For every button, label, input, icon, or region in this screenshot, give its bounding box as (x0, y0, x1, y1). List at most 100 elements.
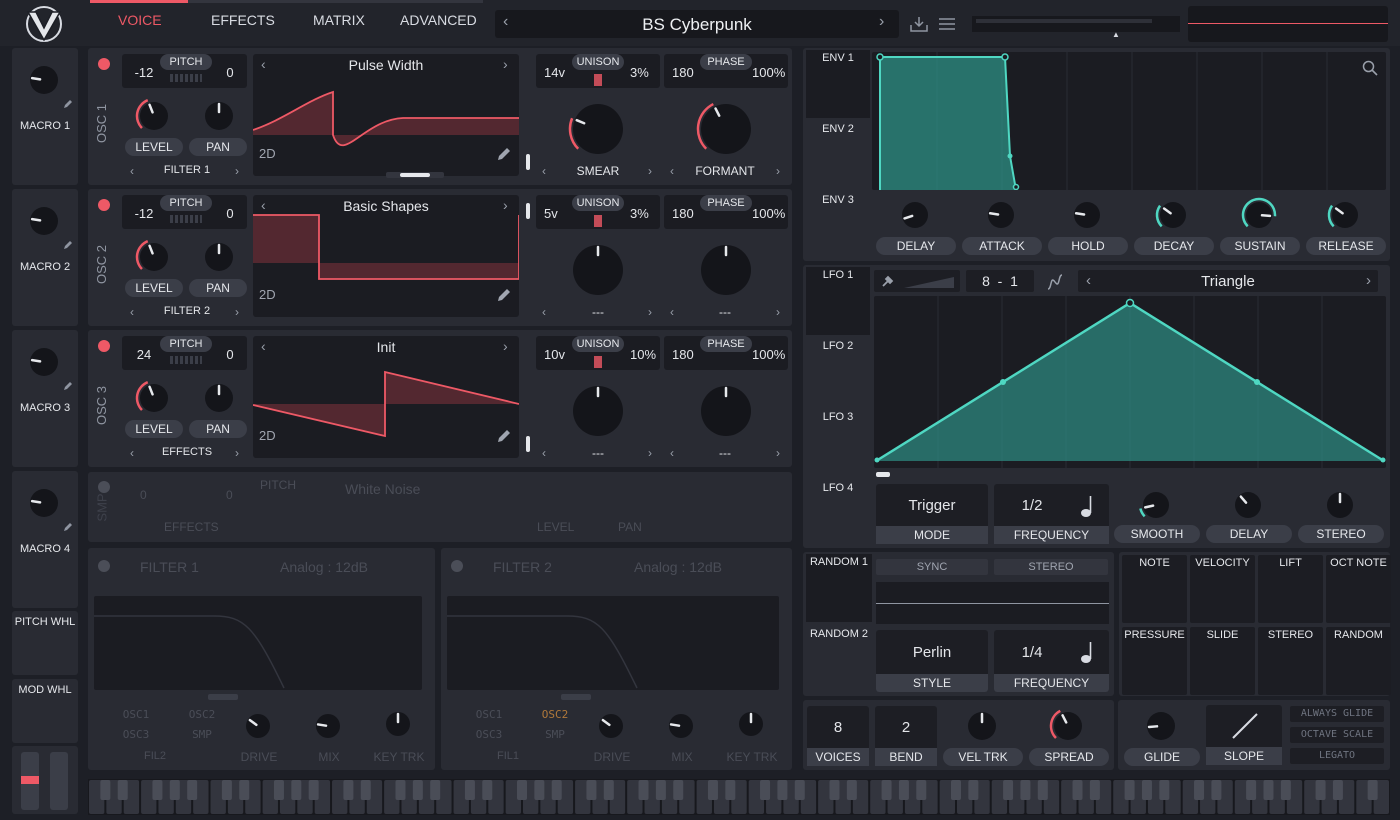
lfo-shape-next-icon[interactable]: › (1366, 272, 1371, 289)
filter-2-power-toggle[interactable] (451, 560, 463, 572)
bend-control[interactable]: 2 BEND (875, 706, 937, 766)
keyboard[interactable] (88, 779, 1390, 815)
frame-slider[interactable] (525, 336, 531, 458)
mod-source-random[interactable]: RANDOM (1326, 627, 1391, 695)
spectral-2-prev-icon[interactable]: ‹ (670, 305, 674, 319)
spectral-2-label[interactable]: FORMANT (693, 164, 757, 178)
unison-voices[interactable]: 14v (544, 65, 565, 80)
wavetable-name[interactable]: Init (293, 339, 479, 355)
vel-track-knob[interactable] (962, 706, 1002, 749)
env-tab-2[interactable]: ENV 2 (806, 121, 870, 189)
macro-2-knob[interactable] (24, 201, 64, 244)
edit-icon[interactable] (62, 521, 74, 533)
glide-knob[interactable] (1141, 706, 1181, 749)
osc-3-level-knob[interactable] (134, 378, 174, 421)
filter-response[interactable] (94, 596, 422, 690)
filter-source[interactable]: OSC1 (108, 708, 164, 721)
envelope-editor[interactable] (872, 52, 1386, 190)
octave-scale-button[interactable]: OCTAVE SCALE (1290, 727, 1384, 743)
paint-brush-icon[interactable] (880, 273, 896, 289)
wavetable-next-icon[interactable]: › (503, 197, 508, 213)
phase-value[interactable]: 180 (672, 206, 694, 221)
preset-name[interactable]: BS Cyberpunk (535, 15, 859, 35)
mod-source-lift[interactable]: LIFT (1258, 555, 1323, 623)
mod-source-slide[interactable]: SLIDE (1190, 627, 1255, 695)
osc-1-spectral-knob-1[interactable] (567, 98, 629, 163)
edit-icon[interactable] (62, 380, 74, 392)
edit-icon[interactable] (62, 98, 74, 110)
preset-next-icon[interactable]: › (879, 13, 884, 31)
dest-prev-icon[interactable]: ‹ (130, 446, 134, 460)
sample-destination[interactable]: EFFECTS (164, 520, 219, 534)
edit-wavetable-icon[interactable] (496, 287, 512, 303)
dest-next-icon[interactable]: › (235, 164, 239, 178)
env-sustain-knob[interactable] (1240, 196, 1278, 237)
lfo-frequency[interactable]: 1/2 FREQUENCY (994, 484, 1109, 544)
lfo-editor[interactable] (874, 296, 1386, 468)
spectral-2-prev-icon[interactable]: ‹ (670, 164, 674, 178)
env-tab-1[interactable]: ENV 1 (806, 50, 870, 118)
osc-destination[interactable]: FILTER 2 (148, 305, 226, 317)
spectral-1-next-icon[interactable]: › (648, 446, 652, 460)
spectral-2-label[interactable]: --- (693, 305, 757, 319)
mod-source-velocity[interactable]: VELOCITY (1190, 555, 1255, 623)
tab-matrix[interactable]: MATRIX (313, 12, 365, 28)
osc-1-power-toggle[interactable] (98, 58, 110, 70)
lfo-shape-name[interactable]: Triangle (1108, 273, 1348, 290)
tab-advanced[interactable]: ADVANCED (400, 12, 477, 28)
lfo-stereo-knob[interactable] (1321, 486, 1359, 527)
sample-power-toggle[interactable] (98, 481, 110, 493)
phase-randomize[interactable]: 100% (752, 206, 785, 221)
tab-voice[interactable]: VOICE (118, 12, 162, 28)
osc-3-pan-knob[interactable] (199, 378, 239, 421)
random-style[interactable]: Perlin STYLE (876, 630, 988, 692)
lfo-tab-4[interactable]: LFO 4 (806, 480, 870, 548)
macro-1-knob[interactable] (24, 60, 64, 103)
filter-source[interactable]: OSC1 (461, 708, 517, 721)
zoom-icon[interactable] (1362, 60, 1378, 76)
filter-model[interactable]: Analog : 12dB (280, 559, 368, 575)
osc-destination[interactable]: EFFECTS (148, 446, 226, 458)
spectral-1-label[interactable]: SMEAR (566, 164, 630, 178)
spectral-2-next-icon[interactable]: › (776, 305, 780, 319)
unison-detune[interactable]: 3% (630, 206, 649, 221)
osc-3-spectral-knob-1[interactable] (567, 380, 629, 445)
env-hold-knob[interactable] (1068, 196, 1106, 237)
wavetable-display[interactable]: ‹ Pulse Width › 2D (253, 54, 519, 178)
filter-drive-knob[interactable] (593, 708, 629, 747)
pitch-transpose[interactable]: -12 (124, 65, 164, 80)
spectral-1-prev-icon[interactable]: ‹ (542, 164, 546, 178)
spectral-1-prev-icon[interactable]: ‹ (542, 446, 546, 460)
macro-4-knob[interactable] (24, 483, 64, 526)
wavetable-name[interactable]: Pulse Width (293, 57, 479, 73)
dest-next-icon[interactable]: › (235, 305, 239, 319)
phase-value[interactable]: 180 (672, 65, 694, 80)
mod-wheel[interactable] (50, 752, 68, 810)
mod-source-oct-note[interactable]: OCT NOTE (1326, 555, 1391, 623)
filter-source[interactable]: OSC2 (174, 708, 230, 721)
wavetable-name[interactable]: Basic Shapes (293, 198, 479, 214)
spectral-2-next-icon[interactable]: › (776, 164, 780, 178)
pitch-transpose[interactable]: 24 (124, 347, 164, 362)
osc-2-pan-knob[interactable] (199, 237, 239, 280)
dest-next-icon[interactable]: › (235, 446, 239, 460)
env-delay-knob[interactable] (896, 196, 934, 237)
wavetable-display[interactable]: ‹ Basic Shapes › 2D (253, 195, 519, 317)
mod-source-note[interactable]: NOTE (1122, 555, 1187, 623)
filter-source[interactable]: OSC3 (461, 728, 517, 741)
tab-effects[interactable]: EFFECTS (211, 12, 275, 28)
spectral-2-prev-icon[interactable]: ‹ (670, 446, 674, 460)
osc-1-pan-knob[interactable] (199, 96, 239, 139)
phase-randomize[interactable]: 100% (752, 65, 785, 80)
random-tab-1[interactable]: RANDOM 1 (806, 554, 872, 622)
lfo-delay-knob[interactable] (1229, 486, 1267, 527)
edit-wavetable-icon[interactable] (496, 428, 512, 444)
random-frequency[interactable]: 1/4 FREQUENCY (994, 630, 1109, 692)
dest-prev-icon[interactable]: ‹ (130, 164, 134, 178)
voices-control[interactable]: 8 VOICES (807, 706, 869, 766)
paint-pattern-icon[interactable] (902, 275, 956, 289)
menu-icon[interactable] (938, 17, 956, 31)
frame-slider[interactable] (525, 54, 531, 176)
pitch-transpose[interactable]: -12 (124, 206, 164, 221)
filter-route[interactable]: FIL2 (144, 750, 166, 762)
